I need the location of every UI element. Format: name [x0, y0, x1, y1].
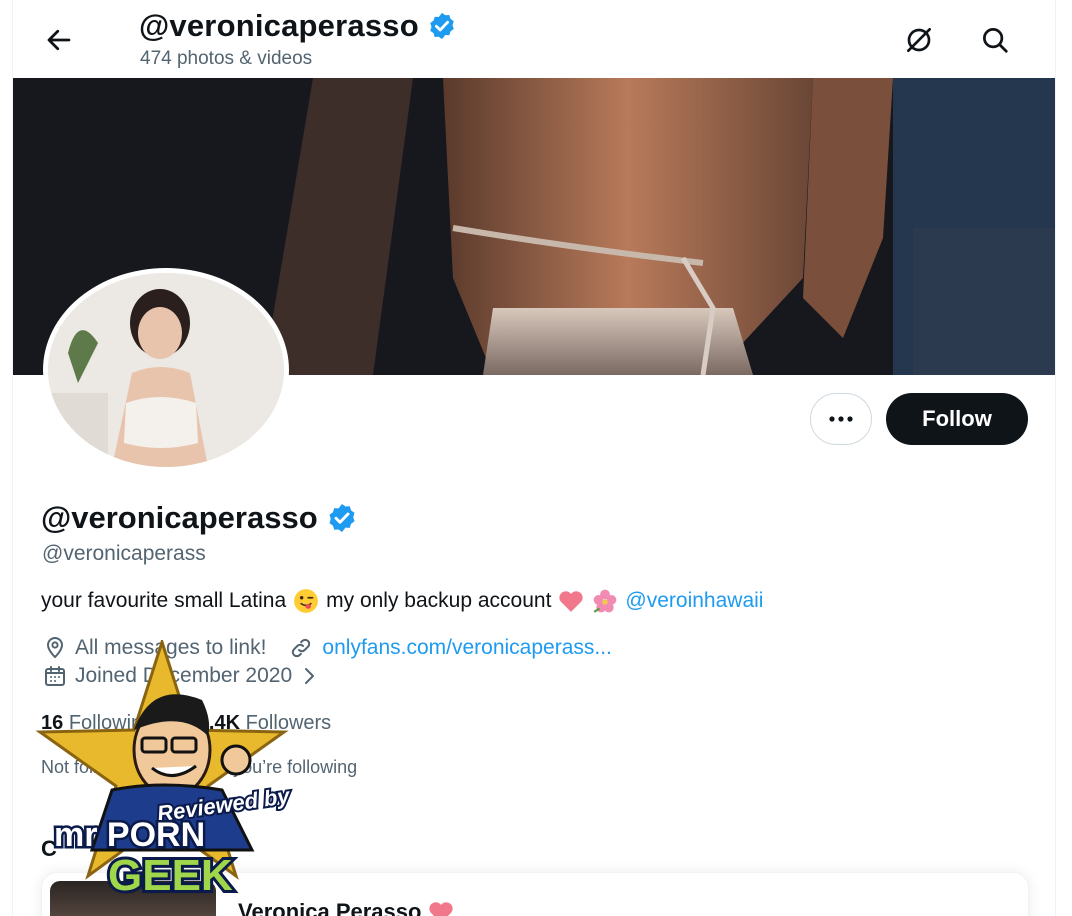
bio-text-2: my only backup account	[326, 589, 552, 612]
watermark-logo: Reviewed by mr PORN GEEK	[35, 637, 295, 903]
watermark-line3: GEEK	[108, 851, 233, 900]
profile-handle: @veronicaperass	[42, 542, 206, 565]
display-name-text: @veronicaperasso	[41, 500, 318, 535]
heart-emoji-icon	[557, 588, 585, 614]
chevron-right-icon[interactable]	[300, 664, 318, 688]
avatar[interactable]	[43, 268, 289, 472]
search-button[interactable]	[975, 22, 1015, 58]
display-name: @veronicaperasso	[41, 500, 358, 536]
profile-bio: your favourite small Latina my only back…	[41, 588, 763, 614]
avatar-image	[48, 273, 284, 467]
bio-text: your favourite small Latina	[41, 589, 287, 612]
verified-badge-icon	[329, 504, 355, 532]
header-title: @veronicaperasso	[139, 8, 457, 44]
more-dots-icon	[829, 416, 853, 422]
slash-circle-icon	[907, 28, 931, 52]
more-options-button[interactable]	[810, 393, 872, 445]
verified-badge-icon	[430, 12, 454, 40]
heart-emoji-icon	[429, 902, 454, 916]
watermark-line2: mr PORN	[54, 816, 205, 854]
profile-header: @veronicaperasso 474 photos & videos	[13, 0, 1055, 78]
website-link[interactable]: onlyfans.com/veronicaperass...	[322, 636, 611, 660]
follow-button[interactable]: Follow	[886, 393, 1028, 445]
flower-emoji-icon	[591, 588, 619, 614]
winking-tongue-emoji-icon	[292, 588, 320, 614]
search-icon	[983, 28, 1008, 53]
back-button[interactable]	[39, 22, 79, 58]
arrow-left-icon	[47, 29, 71, 51]
header-title-text: @veronicaperasso	[139, 8, 419, 43]
bio-mention-link[interactable]: @veroinhawaii	[625, 589, 763, 613]
header-subtitle: 474 photos & videos	[140, 48, 313, 69]
notifications-off-button[interactable]	[899, 22, 939, 58]
reviewed-by-watermark: Reviewed by mr PORN GEEK	[12, 637, 302, 910]
